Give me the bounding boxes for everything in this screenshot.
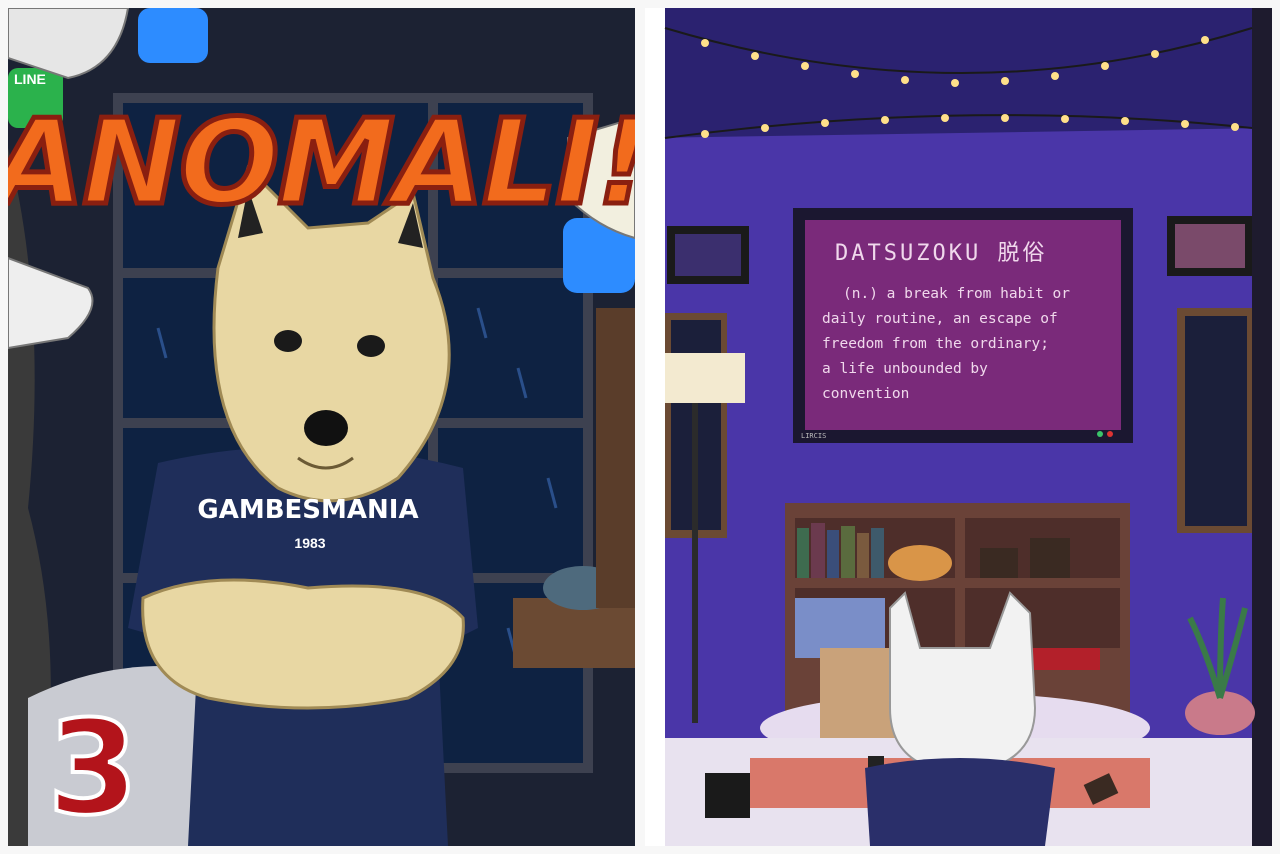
zoom-app-icon	[138, 8, 208, 63]
definition-line-5: convention	[822, 386, 909, 402]
mask-nose	[304, 410, 348, 446]
photo-right	[1175, 224, 1245, 268]
shirt-year-text: 1983	[294, 535, 325, 551]
definition-line-2: daily routine, an escape of	[822, 311, 1058, 327]
sleeping-cat	[888, 545, 952, 581]
tv-power-led	[1097, 431, 1103, 437]
tv-standby-led	[1107, 431, 1113, 437]
floor-lamp-shade	[665, 353, 745, 403]
room-panel-datsuzoku: DATSUZOKU 脱俗 (n.) a break from habit or …	[645, 8, 1272, 846]
definition-line-4: a life unbounded by	[822, 361, 988, 377]
bookshelf	[596, 308, 635, 608]
comic-collage: GAMBESMANIA 1983 LINE ANOMALI! 3 DATSUZO…	[0, 0, 1280, 854]
issue-number: 3	[48, 692, 138, 844]
paper-bag	[820, 648, 900, 738]
photo-left	[675, 234, 741, 276]
right-border	[1252, 8, 1272, 846]
character-body	[865, 758, 1055, 846]
shelf-photo-1	[980, 548, 1018, 578]
shirt-brand-text: GAMBESMANIA	[197, 495, 418, 525]
cover-illustration: GAMBESMANIA 1983 LINE ANOMALI! 3	[8, 8, 635, 846]
tv-brand: LIRCIS	[801, 432, 826, 440]
shelf-photo-2	[1030, 538, 1070, 578]
tablet	[705, 773, 750, 818]
crossed-arms	[141, 578, 465, 710]
cover-title: ANOMALI!	[8, 93, 635, 231]
mask-eye-right	[357, 335, 385, 357]
definition-line-3: freedom from the ordinary;	[822, 336, 1049, 352]
mask-eye-left	[274, 330, 302, 352]
line-app-label: LINE	[14, 71, 46, 87]
room-illustration: DATSUZOKU 脱俗 (n.) a break from habit or …	[645, 8, 1272, 846]
floor-lamp-pole	[692, 403, 698, 723]
shelf-cell-4	[965, 588, 1120, 648]
definition-line-1: (n.) a break from habit or	[843, 286, 1070, 302]
cover-panel-anomali: GAMBESMANIA 1983 LINE ANOMALI! 3	[8, 8, 635, 846]
left-border	[645, 8, 665, 846]
tv-title: DATSUZOKU 脱俗	[835, 241, 1047, 266]
window-right	[1185, 316, 1247, 526]
record-player	[1030, 648, 1100, 670]
